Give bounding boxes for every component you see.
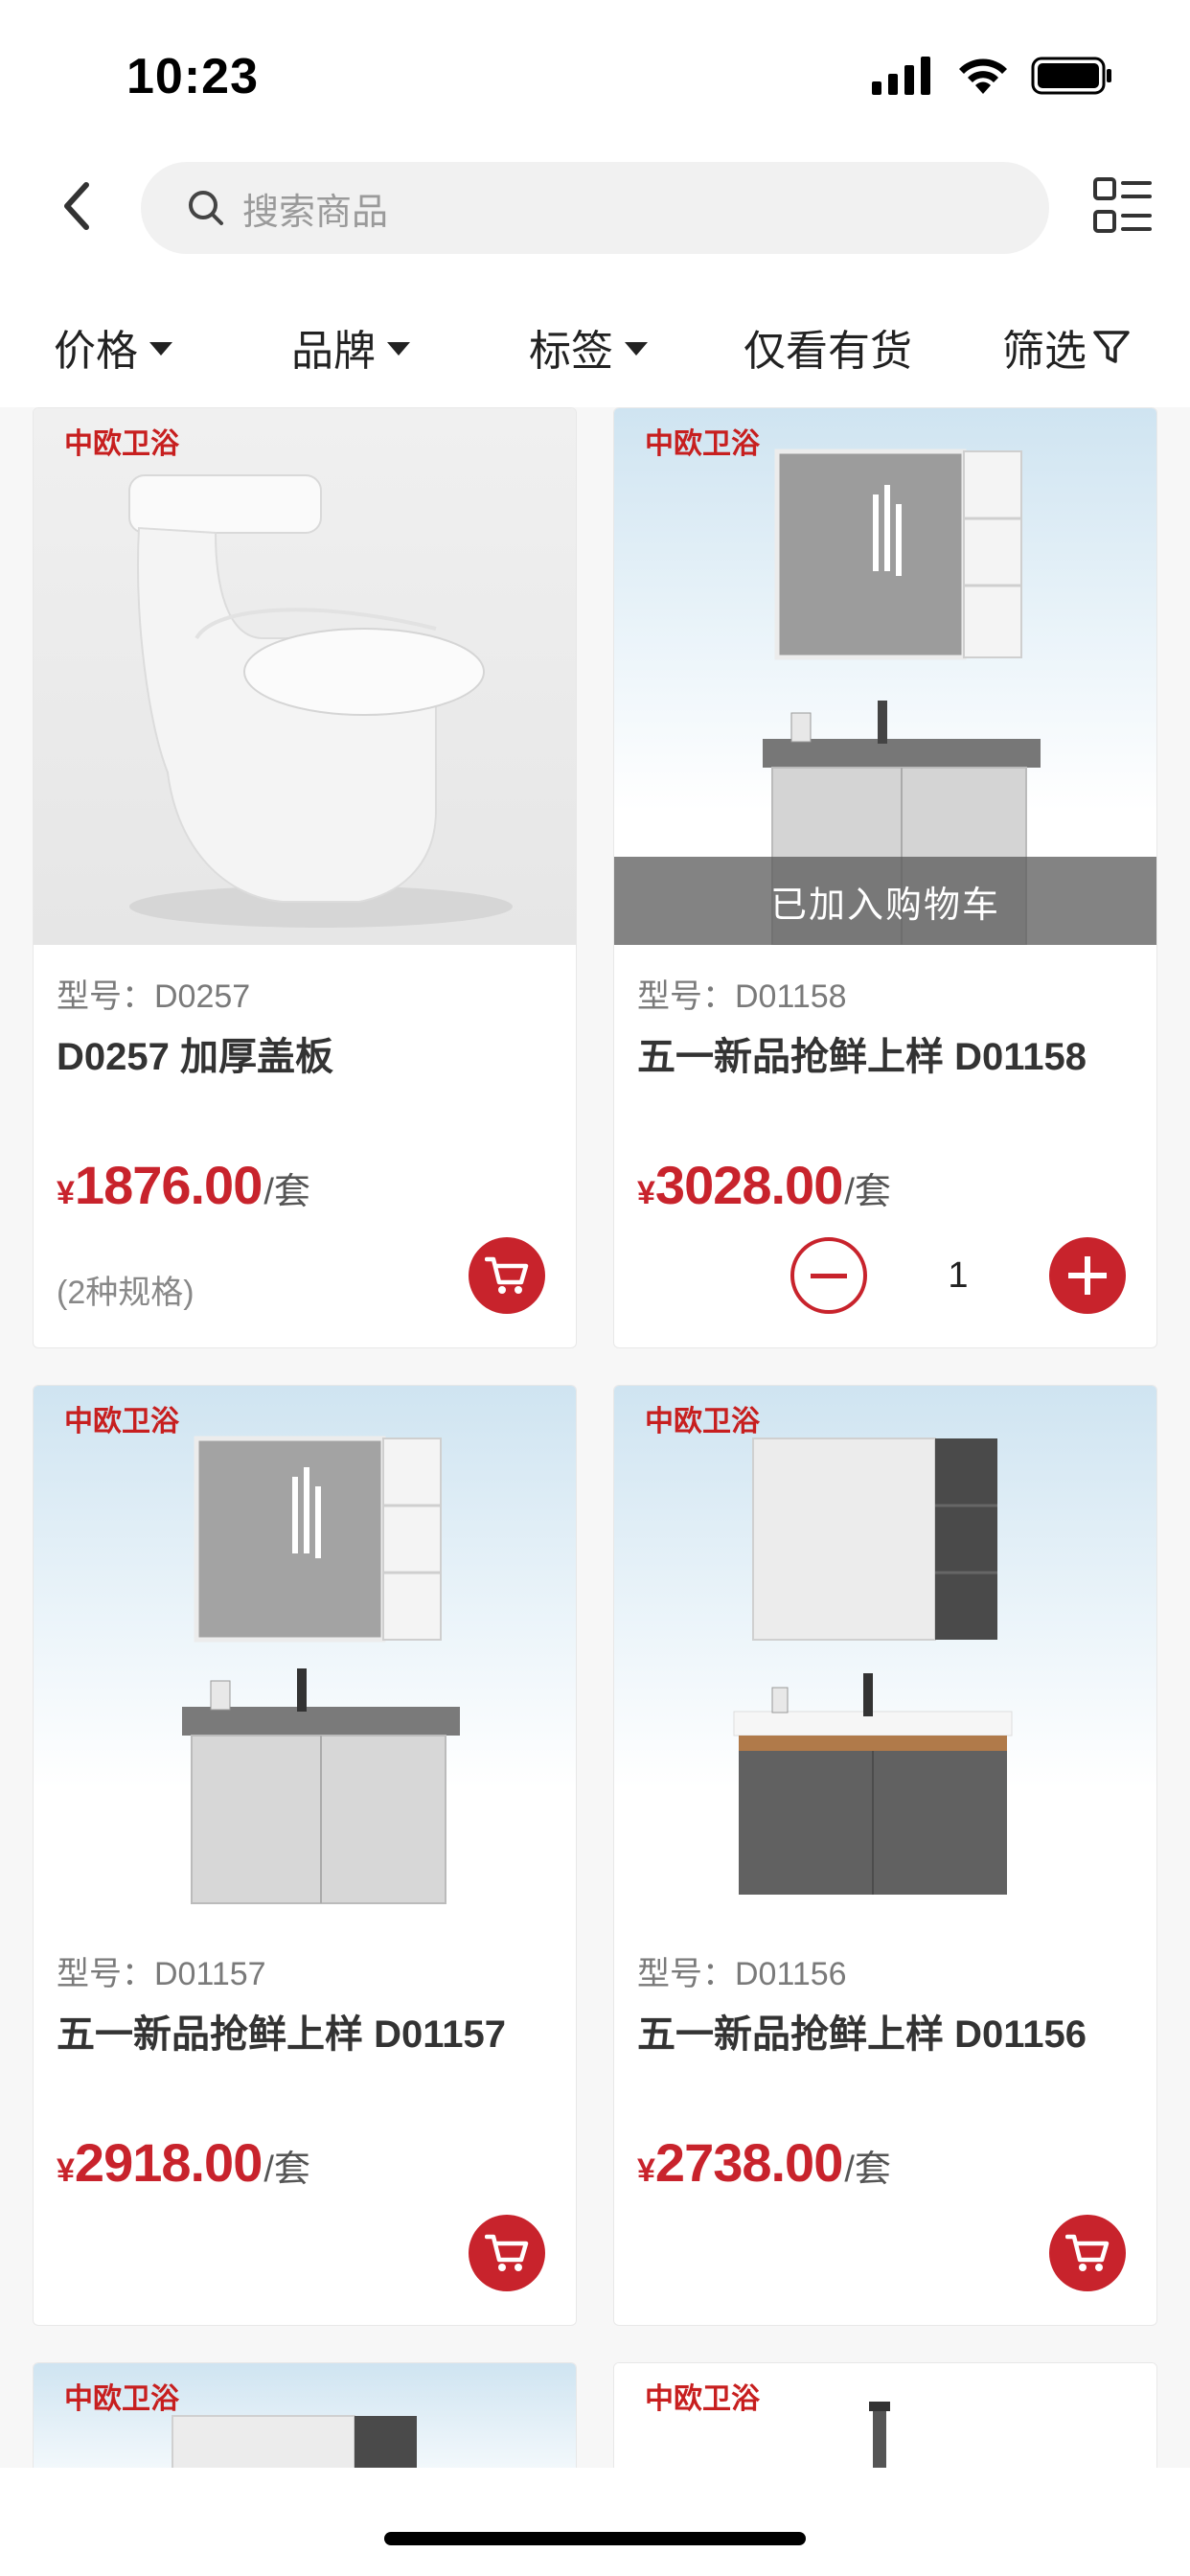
list-view-button[interactable] xyxy=(1092,175,1154,237)
search-icon xyxy=(189,191,223,225)
add-to-cart-button[interactable] xyxy=(469,2215,545,2291)
product-card[interactable]: 中欧卫浴 xyxy=(33,2362,577,2468)
quantity-value[interactable]: 1 xyxy=(867,1255,1049,1297)
status-time: 10:23 xyxy=(126,49,259,104)
product-image: 中欧卫浴 xyxy=(614,2363,1156,2468)
bathroom-cabinet-image xyxy=(182,1436,460,1904)
add-to-cart-button[interactable] xyxy=(469,1237,545,1314)
back-button[interactable] xyxy=(48,177,105,235)
currency-symbol: ¥ xyxy=(57,2152,75,2189)
added-to-cart-overlay: 已加入购物车 xyxy=(614,857,1156,945)
filter-brand-label: 品牌 xyxy=(291,328,376,375)
faucet-image xyxy=(869,2402,890,2468)
product-title: 五一新品抢鲜上样 D01158 xyxy=(637,1036,1087,1078)
quantity-stepper: 1 xyxy=(790,1237,1126,1314)
price-unit: /套 xyxy=(263,1172,310,1212)
currency-symbol: ¥ xyxy=(637,1175,655,1211)
status-bar: 10:23 xyxy=(0,0,1190,144)
caret-down-icon xyxy=(149,342,172,356)
product-image: 中欧卫浴 已加入购物车 xyxy=(614,408,1156,945)
price-unit: /套 xyxy=(844,2150,891,2190)
product-image: 中欧卫浴 xyxy=(34,408,576,945)
price-value: 2738.00 xyxy=(654,2132,843,2193)
currency-symbol: ¥ xyxy=(57,1175,75,1211)
product-price: ¥ 1876.00 /套 xyxy=(57,1154,310,1216)
product-price: ¥ 2738.00 /套 xyxy=(637,2131,891,2194)
product-image: 中欧卫浴 xyxy=(34,1386,576,1922)
product-card[interactable]: 中欧卫浴 型号：D01157 五一新品抢鲜上样 D01157 ¥ 2918.00… xyxy=(33,1385,577,2326)
filter-price[interactable]: 价格 xyxy=(54,316,172,378)
toilet-image xyxy=(128,474,513,928)
signal-icon xyxy=(872,57,930,95)
wifi-icon xyxy=(959,58,1007,94)
decrease-quantity-button[interactable] xyxy=(790,1237,867,1314)
header: 搜索商品 xyxy=(0,158,1190,254)
product-info: 型号：D01158 五一新品抢鲜上样 D01158 ¥ 3028.00 /套 1 xyxy=(614,945,1156,1347)
battery-icon xyxy=(1031,57,1111,95)
product-card[interactable]: 中欧卫浴 已加入购物车 型号：D01158 五一新品抢鲜上样 D01158 ¥ … xyxy=(613,407,1157,1348)
product-spec-count: (2种规格) xyxy=(57,1275,195,1311)
bathroom-cabinet-image xyxy=(733,1438,1013,1895)
add-to-cart-button[interactable] xyxy=(1049,2215,1126,2291)
currency-symbol: ¥ xyxy=(637,2152,655,2189)
product-info: 型号：D0257 D0257 加厚盖板 ¥ 1876.00 /套 (2种规格) xyxy=(34,945,576,1347)
filter-icon xyxy=(1093,331,1130,363)
product-title: D0257 加厚盖板 xyxy=(57,1036,333,1078)
price-value: 3028.00 xyxy=(654,1155,843,1215)
bathroom-cabinet-image xyxy=(172,2415,417,2468)
filter-button[interactable]: 筛选 xyxy=(1002,316,1131,378)
filter-in-stock-label: 仅看有货 xyxy=(744,328,912,375)
product-image: 中欧卫浴 xyxy=(614,1386,1156,1922)
status-icons xyxy=(872,56,1113,96)
product-price: ¥ 3028.00 /套 xyxy=(637,1154,891,1216)
product-model: 型号：D01158 xyxy=(637,978,847,1015)
product-model: 型号：D01156 xyxy=(637,1956,847,1992)
cart-icon xyxy=(485,2234,529,2271)
product-card[interactable]: 中欧卫浴 xyxy=(613,2362,1157,2468)
product-price: ¥ 2918.00 /套 xyxy=(57,2131,310,2194)
product-info: 型号：D01156 五一新品抢鲜上样 D01156 ¥ 2738.00 /套 xyxy=(614,1922,1156,2325)
filter-price-label: 价格 xyxy=(54,328,138,375)
price-value: 2918.00 xyxy=(74,2132,263,2193)
product-info: 型号：D01157 五一新品抢鲜上样 D01157 ¥ 2918.00 /套 xyxy=(34,1922,576,2325)
search-input[interactable]: 搜索商品 xyxy=(141,162,1049,254)
product-title: 五一新品抢鲜上样 D01157 xyxy=(57,2013,507,2056)
bottom-safe-area xyxy=(0,2468,1190,2576)
product-title: 五一新品抢鲜上样 D01156 xyxy=(637,2013,1087,2056)
list-view-icon xyxy=(1093,177,1152,233)
product-model: 型号：D01157 xyxy=(57,1956,266,1992)
search-placeholder: 搜索商品 xyxy=(242,192,389,233)
filter-brand[interactable]: 品牌 xyxy=(291,316,410,378)
filter-tag[interactable]: 标签 xyxy=(529,316,648,378)
product-card[interactable]: 中欧卫浴 型号：D0257 D0257 加厚盖板 ¥ 1876.00 /套 (2… xyxy=(33,407,577,1348)
price-unit: /套 xyxy=(844,1172,891,1212)
home-indicator[interactable] xyxy=(384,2532,806,2545)
filter-tag-label: 标签 xyxy=(529,328,613,375)
chevron-left-icon xyxy=(64,182,89,230)
product-grid: 中欧卫浴 型号：D0257 D0257 加厚盖板 ¥ 1876.00 /套 (2… xyxy=(0,407,1190,2468)
filter-bar: 价格 品牌 标签 仅看有货 筛选 xyxy=(0,307,1190,383)
minus-icon xyxy=(811,1273,847,1278)
filter-button-label: 筛选 xyxy=(1002,328,1087,375)
cart-icon xyxy=(1065,2234,1110,2271)
price-value: 1876.00 xyxy=(74,1155,263,1215)
product-card[interactable]: 中欧卫浴 型号：D01156 五一新品抢鲜上样 D01156 ¥ 2738.00… xyxy=(613,1385,1157,2326)
cart-icon xyxy=(485,1256,529,1294)
caret-down-icon xyxy=(625,342,648,356)
increase-quantity-button[interactable] xyxy=(1049,1237,1126,1314)
filter-in-stock[interactable]: 仅看有货 xyxy=(744,316,912,378)
product-image: 中欧卫浴 xyxy=(34,2363,576,2468)
price-unit: /套 xyxy=(263,2150,310,2190)
caret-down-icon xyxy=(387,342,410,356)
product-model: 型号：D0257 xyxy=(57,978,251,1015)
